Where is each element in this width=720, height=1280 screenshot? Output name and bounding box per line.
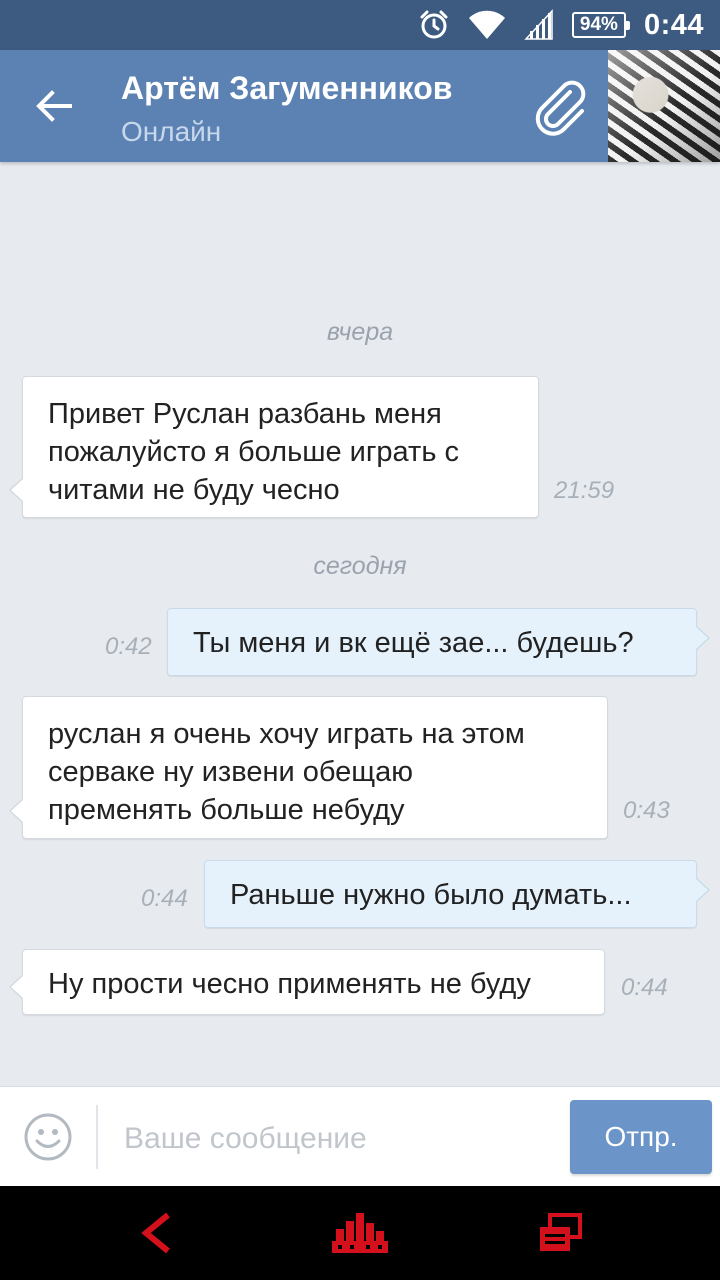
message-line: Ты меня и вк ещё зае... будешь? [193,627,634,659]
back-button[interactable] [22,76,86,136]
message-time: 0:43 [623,797,670,824]
contact-status: Онлайн [121,116,222,147]
battery-level: 94% [579,14,618,35]
message-time: 0:42 [105,633,152,660]
contact-name[interactable]: Артём Загуменников [121,70,452,107]
chat-header: Артём Загуменников Онлайн [0,50,720,162]
message-bubble-incoming[interactable]: Привет Руслан разбань меня пожалуйсто я … [9,376,539,518]
status-clock: 0:44 [643,8,704,41]
message-line: читами не буду чесно [48,474,340,506]
date-separator-today: сегодня [313,552,407,580]
system-nav-bar [0,1186,720,1280]
emoji-button[interactable] [23,1112,73,1162]
message-line: Привет Руслан разбань меня [48,398,442,430]
message-line: пременять больше небуду [48,794,405,826]
attach-button[interactable] [524,76,596,140]
message-time: 0:44 [621,974,668,1001]
recents-nav-icon [540,1213,582,1251]
message-line: Ну прости чесно применять не буду [48,968,531,1000]
paperclip-icon [535,80,586,136]
emoji-icon [24,1113,72,1161]
status-bar: 94% 0:44 [0,0,720,50]
message-time: 21:59 [554,477,615,504]
alarm-icon [418,9,450,41]
back-nav-icon [141,1212,170,1254]
input-divider [96,1105,98,1169]
wifi-icon [468,10,506,40]
message-composer: Отпр. [0,1086,720,1186]
home-nav-icon [332,1213,388,1253]
message-line: пожалуйсто я больше играть с [48,436,459,468]
back-arrow-icon [36,90,72,122]
message-line: серваке ну извени обещаю [48,756,413,788]
nav-home-button[interactable] [325,1204,395,1262]
date-separator-yesterday: вчера [326,318,394,346]
signal-icon [524,9,554,41]
message-line: Раньше нужно было думать... [230,879,632,911]
message-bubble-outgoing[interactable]: Раньше нужно было думать... [204,860,710,928]
avatar[interactable] [608,50,720,162]
message-bubble-incoming[interactable]: Ну прости чесно применять не буду [9,949,605,1015]
message-time: 0:44 [141,885,188,912]
message-input[interactable] [124,1117,544,1161]
avatar-photo [608,50,720,162]
message-bubble-incoming[interactable]: руслан я очень хочу играть на этом серва… [9,696,608,839]
nav-recents-button[interactable] [525,1204,595,1262]
send-button[interactable]: Отпр. [570,1100,712,1174]
nav-back-button[interactable] [121,1204,191,1262]
battery-icon: 94% [571,12,630,38]
message-line: руслан я очень хочу играть на этом [48,718,525,750]
message-bubble-outgoing[interactable]: Ты меня и вк ещё зае... будешь? [167,608,710,676]
